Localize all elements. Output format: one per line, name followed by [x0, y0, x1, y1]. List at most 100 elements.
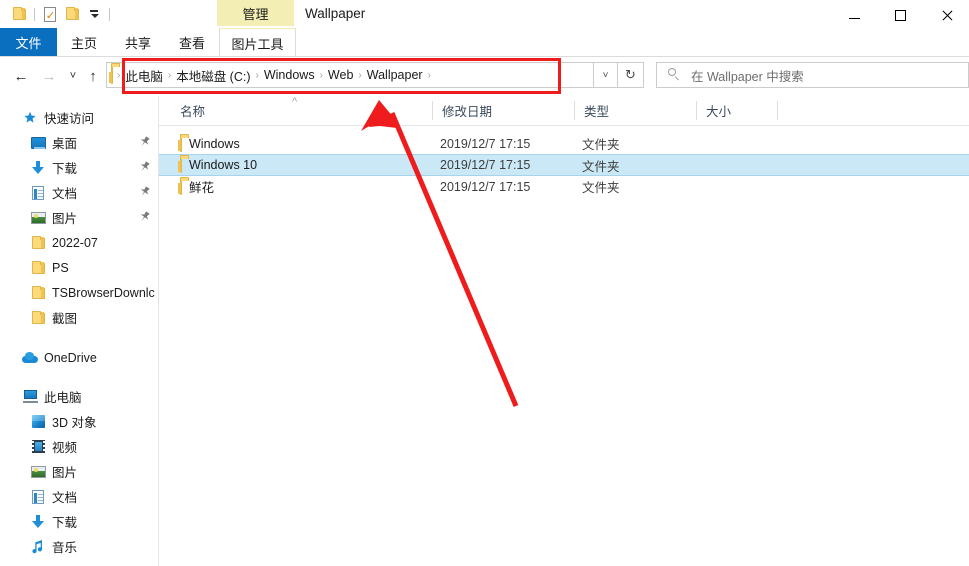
breadcrumb-separator-2[interactable]: ›: [255, 70, 260, 81]
breadcrumb-item-wallpaper[interactable]: Wallpaper: [363, 68, 427, 82]
navigation-pane[interactable]: 快速访问 桌面 下载 文档 图片: [0, 96, 158, 566]
refresh-button[interactable]: ↻: [618, 62, 644, 88]
sidebar-item-pictures-pc[interactable]: 图片: [0, 459, 158, 484]
recent-locations-button[interactable]: ˅: [62, 65, 84, 87]
sidebar-item-downloads-pc[interactable]: 下载: [0, 509, 158, 534]
pin-icon[interactable]: [139, 161, 150, 173]
sidebar-item-desktop-pc[interactable]: 桌面: [0, 559, 158, 566]
sidebar-item-3d-objects[interactable]: 3D 对象: [0, 409, 158, 434]
sidebar-label: 桌面: [52, 133, 77, 152]
sidebar-item-downloads[interactable]: 下载: [0, 155, 158, 180]
column-header-type[interactable]: 类型: [574, 96, 696, 125]
breadcrumb-separator-1[interactable]: ›: [167, 70, 172, 81]
folder-icon: [30, 285, 46, 301]
forward-button[interactable]: →: [38, 65, 60, 87]
sidebar-item-2022-07[interactable]: 2022-07: [0, 230, 158, 255]
search-icon: [667, 67, 685, 83]
breadcrumb-separator-4[interactable]: ›: [357, 70, 362, 81]
sidebar-item-videos[interactable]: 视频: [0, 434, 158, 459]
sidebar-label: 此电脑: [44, 387, 82, 406]
sidebar-item-desktop[interactable]: 桌面: [0, 130, 158, 155]
file-name-cell: Windows: [180, 137, 240, 151]
column-header-size[interactable]: 大小: [696, 96, 777, 125]
sidebar-label: PS: [52, 261, 69, 275]
pin-icon[interactable]: [139, 211, 150, 223]
column-divider[interactable]: [696, 101, 697, 120]
properties-icon[interactable]: ✓: [39, 3, 61, 25]
sidebar-item-this-pc[interactable]: 此电脑: [0, 384, 158, 409]
pin-icon[interactable]: [139, 186, 150, 198]
download-icon: [30, 514, 46, 530]
sidebar-label: OneDrive: [44, 351, 97, 365]
column-header-label: 名称: [180, 101, 205, 120]
column-header-label: 大小: [706, 101, 731, 120]
documents-icon: [30, 489, 46, 505]
folder-icon[interactable]: [8, 3, 30, 25]
sidebar-label: 文档: [52, 487, 77, 506]
sidebar-label: 图片: [52, 462, 77, 481]
column-divider[interactable]: [777, 101, 778, 120]
desktop-icon: [30, 135, 46, 151]
table-row[interactable]: 鲜花 2019/12/7 17:15 文件夹: [159, 176, 969, 197]
breadcrumb-separator-0: ›: [116, 70, 121, 81]
sidebar-item-music[interactable]: 音乐: [0, 534, 158, 559]
tab-home-label: 主页: [71, 33, 97, 52]
breadcrumb-separator-3[interactable]: ›: [319, 70, 324, 81]
close-icon: [941, 10, 952, 21]
sidebar-item-documents[interactable]: 文档: [0, 180, 158, 205]
column-header-name[interactable]: 名称 ^: [170, 96, 432, 125]
pin-icon[interactable]: [139, 136, 150, 148]
breadcrumb-item-this-pc[interactable]: 此电脑: [121, 66, 167, 85]
table-row[interactable]: Windows 10 2019/12/7 17:15 文件夹: [159, 154, 969, 176]
tab-file[interactable]: 文件: [0, 28, 57, 57]
sidebar-item-onedrive[interactable]: OneDrive: [0, 345, 158, 370]
table-row[interactable]: Windows 2019/12/7 17:15 文件夹: [159, 133, 969, 154]
breadcrumb-separator-5[interactable]: ›: [427, 70, 432, 81]
up-button[interactable]: ↑: [82, 65, 104, 87]
column-divider[interactable]: [574, 101, 575, 120]
sidebar-item-ps[interactable]: PS: [0, 255, 158, 280]
tab-picture-tools-label: 图片工具: [232, 34, 284, 53]
tab-view-label: 查看: [179, 33, 205, 52]
file-list-pane[interactable]: 名称 ^ 修改日期 类型 大小 Wind: [159, 96, 969, 566]
maximize-button[interactable]: [877, 0, 923, 30]
breadcrumb-item-web[interactable]: Web: [324, 68, 357, 82]
column-header-label: 修改日期: [442, 101, 492, 120]
sidebar-label: 截图: [52, 308, 77, 327]
quick-access-toolbar: ✓: [8, 0, 114, 28]
sidebar-item-screenshots[interactable]: 截图: [0, 305, 158, 330]
tab-picture-tools[interactable]: 图片工具: [219, 28, 296, 57]
sidebar-item-documents-pc[interactable]: 文档: [0, 484, 158, 509]
tab-share[interactable]: 共享: [111, 28, 165, 57]
close-button[interactable]: [923, 0, 969, 30]
file-type: 文件夹: [582, 177, 620, 196]
address-bar[interactable]: › 此电脑 › 本地磁盘 (C:) › Windows › Web › Wall…: [106, 62, 594, 88]
sidebar-item-quick-access[interactable]: 快速访问: [0, 105, 158, 130]
column-divider[interactable]: [432, 101, 433, 120]
address-dropdown-button[interactable]: ˅: [594, 62, 618, 88]
search-input[interactable]: 在 Wallpaper 中搜索: [691, 66, 804, 85]
folder-icon: [30, 260, 46, 276]
breadcrumb-item-windows[interactable]: Windows: [260, 68, 319, 82]
column-headers: 名称 ^ 修改日期 类型 大小: [159, 96, 969, 126]
chevron-down-icon: ˅: [70, 71, 76, 82]
back-button[interactable]: ←: [10, 65, 32, 87]
search-box[interactable]: 在 Wallpaper 中搜索: [656, 62, 969, 88]
customize-dropdown-icon[interactable]: [83, 3, 105, 25]
file-name: 鲜花: [189, 177, 214, 196]
sidebar-label: 下载: [52, 158, 77, 177]
download-icon: [30, 160, 46, 176]
tab-home[interactable]: 主页: [57, 28, 111, 57]
new-folder-icon[interactable]: [61, 3, 83, 25]
chevron-down-icon: ˅: [603, 70, 609, 81]
column-header-date-modified[interactable]: 修改日期: [432, 96, 574, 125]
contextual-tab-group-label: 管理: [217, 0, 294, 26]
breadcrumb-item-local-disk[interactable]: 本地磁盘 (C:): [172, 66, 254, 85]
minimize-button[interactable]: [831, 0, 877, 30]
sidebar-item-tsbrowserdownloads[interactable]: TSBrowserDownlc: [0, 280, 158, 305]
file-date: 2019/12/7 17:15: [440, 158, 530, 172]
file-name-cell: 鲜花: [180, 177, 214, 196]
sidebar-label: 快速访问: [44, 108, 94, 127]
sidebar-item-pictures[interactable]: 图片: [0, 205, 158, 230]
tab-view[interactable]: 查看: [165, 28, 219, 57]
